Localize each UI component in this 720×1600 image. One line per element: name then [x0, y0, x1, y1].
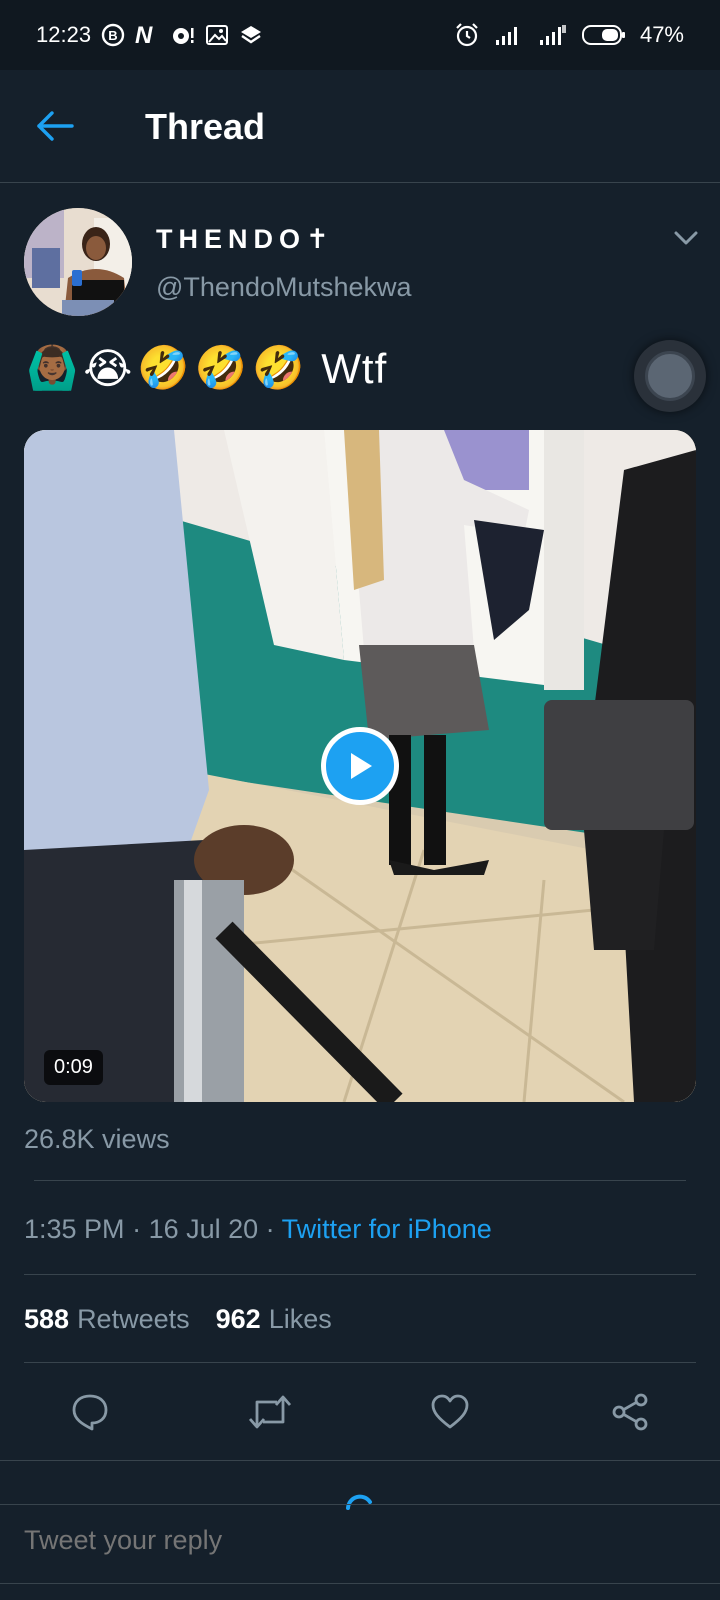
page-title: Thread — [145, 106, 266, 147]
reply-input[interactable] — [24, 1525, 696, 1556]
view-count: 26.8K views — [24, 1124, 170, 1154]
emoji: 🤣 — [251, 344, 306, 391]
tweet-date: 16 Jul 20 — [148, 1214, 259, 1244]
likes-count: 962 — [215, 1304, 261, 1334]
svg-text:B: B — [108, 28, 117, 43]
video-duration: 0:09 — [44, 1050, 103, 1085]
header: Thread — [0, 70, 720, 183]
signal-icon — [538, 23, 568, 47]
signal-icon — [494, 24, 524, 46]
likes-label: Likes — [268, 1304, 332, 1334]
twitter-thread-screen: 12:23 B N 47% Thread THENDO✝︎ @ThendoMut… — [0, 0, 720, 1600]
display-name[interactable]: THENDO✝︎ — [156, 224, 335, 255]
status-left: 12:23 B N — [36, 22, 263, 48]
play-button[interactable] — [321, 727, 399, 805]
divider — [34, 1180, 686, 1181]
status-bar: 12:23 B N 47% — [0, 0, 720, 70]
notification-dot-icon — [171, 23, 195, 47]
meta-separator: · — [258, 1214, 282, 1244]
status-time: 12:23 — [36, 22, 92, 47]
alarm-icon — [454, 22, 480, 48]
emoji: 🤣 — [137, 344, 191, 391]
back-arrow-icon[interactable] — [36, 110, 76, 142]
b-badge-icon: B — [101, 23, 125, 47]
tweet-actions — [0, 1388, 720, 1448]
emoji: 😭 — [83, 345, 134, 392]
like-heart-icon[interactable] — [426, 1388, 474, 1436]
battery-level: 47% — [639, 22, 684, 47]
meta-separator: · — [124, 1214, 149, 1244]
avatar[interactable] — [24, 208, 132, 316]
emoji: 🙆🏾‍♂️ — [26, 344, 80, 391]
assistive-touch-icon — [645, 351, 695, 401]
retweets-stat[interactable]: 588 Retweets — [24, 1304, 190, 1335]
video-player[interactable]: 0:09 — [24, 430, 696, 1102]
share-icon[interactable] — [606, 1388, 654, 1436]
user-handle[interactable]: @ThendoMutshekwa — [156, 272, 412, 303]
emoji: 🤣 — [194, 344, 248, 391]
status-right: 47% — [454, 22, 684, 48]
svg-text:N: N — [135, 23, 153, 47]
retweets-label: Retweets — [77, 1304, 190, 1334]
divider — [24, 1362, 696, 1363]
divider — [24, 1274, 696, 1275]
tweet-time: 1:35 PM — [24, 1214, 125, 1244]
reply-bar — [0, 1504, 720, 1584]
gallery-icon — [205, 23, 229, 47]
layers-icon — [239, 23, 263, 47]
tweet-text: 🙆🏾‍♂️ 😭 🤣 🤣 🤣 Wtf — [26, 344, 387, 393]
likes-stat[interactable]: 962 Likes — [216, 1304, 332, 1335]
battery-icon — [581, 24, 626, 46]
tweet-word: Wtf — [321, 344, 388, 392]
n-app-icon: N — [135, 23, 161, 47]
retweets-count: 588 — [24, 1304, 70, 1334]
engagement-stats: 588 Retweets 962 Likes — [24, 1304, 332, 1335]
retweet-icon[interactable] — [246, 1388, 294, 1436]
tweet-timestamp: 1:35 PM · 16 Jul 20 · Twitter for iPhone — [24, 1214, 492, 1245]
reply-icon[interactable] — [66, 1388, 114, 1436]
divider — [0, 1460, 720, 1461]
tweet-source-link[interactable]: Twitter for iPhone — [282, 1214, 492, 1244]
chevron-down-icon[interactable] — [674, 228, 698, 248]
floating-assistive-button[interactable] — [634, 340, 706, 412]
